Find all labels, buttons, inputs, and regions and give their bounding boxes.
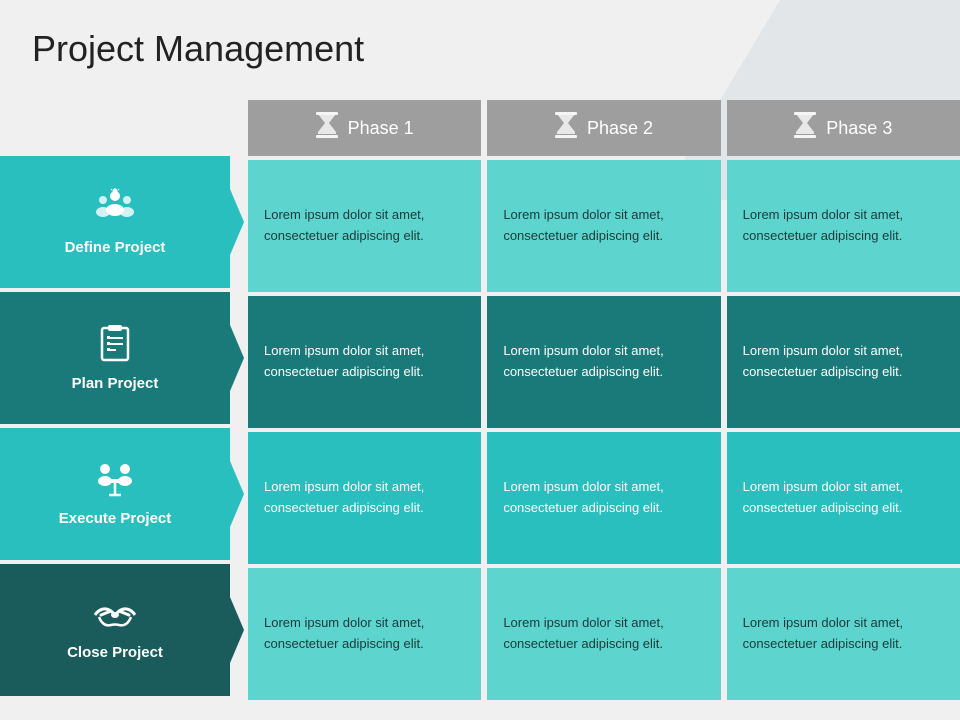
row-label-1: Define Project xyxy=(65,239,166,256)
grid-row-1: Lorem ipsum dolor sit amet, consectetuer… xyxy=(248,160,960,292)
grid-cell-3-1: Lorem ipsum dolor sit amet, consectetuer… xyxy=(248,432,481,564)
cell-text: Lorem ipsum dolor sit amet, consectetuer… xyxy=(503,477,704,519)
cell-text: Lorem ipsum dolor sit amet, consectetuer… xyxy=(503,341,704,383)
hourglass-icon xyxy=(555,112,577,144)
sidebar-row-4: Close Project xyxy=(0,564,230,696)
grid-cell-1-2: Lorem ipsum dolor sit amet, consectetuer… xyxy=(487,160,720,292)
sidebar-row-2: Plan Project xyxy=(0,292,230,424)
phase-header-3: Phase 3 xyxy=(727,100,960,156)
main-content: Define Project Plan Project Execute xyxy=(0,100,960,700)
grid-rows: Lorem ipsum dolor sit amet, consectetuer… xyxy=(248,160,960,700)
cell-text: Lorem ipsum dolor sit amet, consectetuer… xyxy=(743,613,944,655)
phase-header-1: Phase 1 xyxy=(248,100,481,156)
row-arrow-2 xyxy=(216,292,244,424)
phase-label: Phase 3 xyxy=(826,118,892,139)
phase-label: Phase 1 xyxy=(348,118,414,139)
cell-text: Lorem ipsum dolor sit amet, consectetuer… xyxy=(264,613,465,655)
cell-text: Lorem ipsum dolor sit amet, consectetuer… xyxy=(264,477,465,519)
grid-row-3: Lorem ipsum dolor sit amet, consectetuer… xyxy=(248,432,960,564)
cell-text: Lorem ipsum dolor sit amet, consectetuer… xyxy=(503,613,704,655)
hourglass-icon xyxy=(316,112,338,144)
row-arrow-3 xyxy=(216,428,244,560)
cell-text: Lorem ipsum dolor sit amet, consectetuer… xyxy=(743,341,944,383)
cell-text: Lorem ipsum dolor sit amet, consectetuer… xyxy=(503,205,704,247)
cell-text: Lorem ipsum dolor sit amet, consectetuer… xyxy=(743,477,944,519)
sidebar: Define Project Plan Project Execute xyxy=(0,100,230,700)
row-arrow-1 xyxy=(216,156,244,288)
row-label-3: Execute Project xyxy=(59,510,172,527)
row-icon-2 xyxy=(98,324,132,369)
grid-cell-4-3: Lorem ipsum dolor sit amet, consectetuer… xyxy=(727,568,960,700)
grid-cell-1-1: Lorem ipsum dolor sit amet, consectetuer… xyxy=(248,160,481,292)
row-label-2: Plan Project xyxy=(72,375,159,392)
grid-cell-3-2: Lorem ipsum dolor sit amet, consectetuer… xyxy=(487,432,720,564)
grid-area: Phase 1 Phase 2 Phase 3 Lor xyxy=(230,100,960,700)
cell-text: Lorem ipsum dolor sit amet, consectetuer… xyxy=(264,205,465,247)
row-arrow-4 xyxy=(216,564,244,696)
sidebar-row-3: Execute Project xyxy=(0,428,230,560)
sidebar-spacer xyxy=(0,100,230,156)
phase-label: Phase 2 xyxy=(587,118,653,139)
cell-text: Lorem ipsum dolor sit amet, consectetuer… xyxy=(743,205,944,247)
grid-cell-3-3: Lorem ipsum dolor sit amet, consectetuer… xyxy=(727,432,960,564)
phase-header-2: Phase 2 xyxy=(487,100,720,156)
grid-row-2: Lorem ipsum dolor sit amet, consectetuer… xyxy=(248,296,960,428)
cell-text: Lorem ipsum dolor sit amet, consectetuer… xyxy=(264,341,465,383)
grid-cell-2-3: Lorem ipsum dolor sit amet, consectetuer… xyxy=(727,296,960,428)
hourglass-icon xyxy=(794,112,816,144)
grid-cell-4-1: Lorem ipsum dolor sit amet, consectetuer… xyxy=(248,568,481,700)
grid-cell-2-2: Lorem ipsum dolor sit amet, consectetuer… xyxy=(487,296,720,428)
row-label-4: Close Project xyxy=(67,644,163,661)
grid-cell-4-2: Lorem ipsum dolor sit amet, consectetuer… xyxy=(487,568,720,700)
sidebar-row-1: Define Project xyxy=(0,156,230,288)
grid-cell-1-3: Lorem ipsum dolor sit amet, consectetuer… xyxy=(727,160,960,292)
page-title: Project Management xyxy=(32,28,364,70)
row-icon-3 xyxy=(93,461,137,504)
phase-headers: Phase 1 Phase 2 Phase 3 xyxy=(248,100,960,156)
row-icon-4 xyxy=(93,599,137,638)
row-icon-1 xyxy=(95,188,135,233)
grid-row-4: Lorem ipsum dolor sit amet, consectetuer… xyxy=(248,568,960,700)
grid-cell-2-1: Lorem ipsum dolor sit amet, consectetuer… xyxy=(248,296,481,428)
